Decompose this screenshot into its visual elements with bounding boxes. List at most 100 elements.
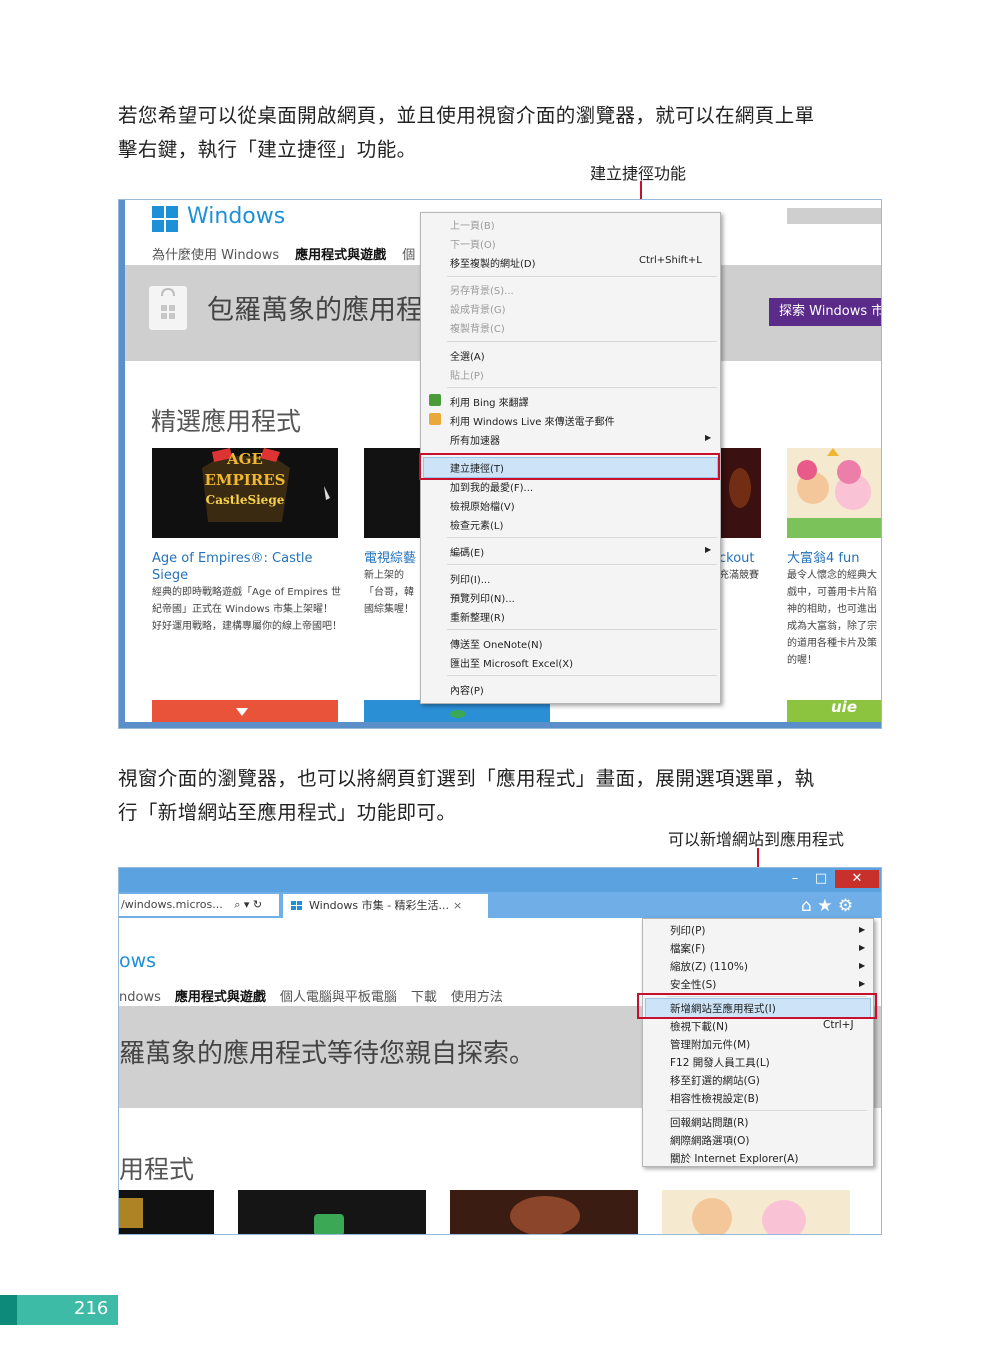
- brand-title: ows: [119, 950, 157, 972]
- screenshot-context-menu: Windows 為什麼使用 Windows 應用程式與遊戲個 包羅萬象的應用程式 …: [118, 199, 882, 729]
- screenshot-tools-menu: – □ ✕ /windows.micros... ⌕ ▾ ↻ Windows 市…: [118, 867, 882, 1235]
- window-border-bottom: [119, 722, 881, 728]
- maximize-button[interactable]: □: [809, 870, 833, 888]
- submenu-arrow-icon: ▶: [705, 545, 712, 554]
- nav-pc-tablet[interactable]: 個人電腦與平板電腦: [280, 990, 397, 1005]
- menu-pinned-sites[interactable]: 移至釘選的網站(G): [670, 1073, 760, 1088]
- nav-downloads[interactable]: 下載: [411, 990, 437, 1005]
- tile-tv-variety[interactable]: [238, 1190, 426, 1234]
- menu-copy-background[interactable]: 複製背景(C): [450, 320, 505, 335]
- tile-age-of-empires[interactable]: AGE EMPIRES CastleSiege: [152, 448, 338, 538]
- intro-line-1: 若您希望可以從桌面開啟網頁，並且使用視窗介面的瀏覽器，就可以在網頁上單: [118, 104, 815, 127]
- address-bar[interactable]: /windows.micros... ⌕ ▾ ↻: [119, 894, 279, 916]
- menu-save-background[interactable]: 另存背景(S)...: [450, 282, 514, 297]
- home-favorites-tools-icons[interactable]: ⌂ ★ ⚙: [801, 896, 853, 916]
- bottom-tile-label: uie: [831, 698, 857, 716]
- app-title-tv-variety[interactable]: 電視綜藝: [364, 550, 420, 567]
- menu-separator: [447, 629, 717, 630]
- minimize-button[interactable]: –: [783, 870, 807, 888]
- menu-goto-copied-url[interactable]: 移至複製的網址(D): [450, 255, 536, 270]
- app-desc-age-of-empires: 經典的即時戰略遊戲「Age of Empires 世紀帝國」正式在 Window…: [152, 587, 342, 632]
- menu-f12-tools[interactable]: F12 開發人員工具(L): [670, 1055, 770, 1070]
- second-line-2: 行「新增網站至應用程式」功能即可。: [118, 801, 457, 824]
- menu-properties[interactable]: 內容(P): [450, 682, 484, 697]
- shortcut-goto-copied: Ctrl+Shift+L: [639, 255, 702, 266]
- site-nav: 為什麼使用 Windows 應用程式與遊戲 個: [152, 244, 415, 263]
- menu-report-problem[interactable]: 回報網站問題(R): [670, 1115, 749, 1130]
- tab-windows-store[interactable]: Windows 市集 - 精彩生活... ×: [283, 894, 488, 918]
- apps-heading: 用程式: [119, 1155, 195, 1184]
- nav-apps-games[interactable]: 應用程式與遊戲: [295, 248, 386, 263]
- menu-file[interactable]: 檔案(F): [670, 941, 705, 956]
- app-title-blackout[interactable]: ckout: [719, 550, 763, 567]
- menu-safety[interactable]: 安全性(S): [670, 977, 716, 992]
- menu-about-ie[interactable]: 關於 Internet Explorer(A): [670, 1151, 798, 1166]
- app-title-rich-4-fun[interactable]: 大富翁4 fun: [787, 550, 881, 567]
- menu-view-downloads[interactable]: 檢視下載(N): [670, 1019, 728, 1034]
- nav-more[interactable]: 個: [402, 248, 415, 263]
- search-refresh-icon[interactable]: ⌕ ▾ ↻: [234, 898, 262, 911]
- tab-row: /windows.micros... ⌕ ▾ ↻ Windows 市集 - 精彩…: [119, 892, 881, 918]
- menu-back[interactable]: 上一頁(B): [450, 217, 495, 232]
- menu-email-windows-live[interactable]: 利用 Windows Live 來傳送電子郵件: [450, 413, 615, 428]
- menu-separator: [667, 1110, 867, 1111]
- site-nav: ndows 應用程式與遊戲 個人電腦與平板電腦 下載 使用方法: [119, 986, 517, 1005]
- menu-separator: [447, 276, 717, 277]
- hero-title: 包羅萬象的應用程式: [207, 295, 450, 326]
- menu-manage-addons[interactable]: 管理附加元件(M): [670, 1037, 750, 1052]
- tile-blackout[interactable]: [450, 1190, 638, 1234]
- menu-forward[interactable]: 下一頁(O): [450, 236, 496, 251]
- menu-compatibility-view[interactable]: 相容性檢視設定(B): [670, 1091, 759, 1106]
- menu-separator: [447, 341, 717, 342]
- featured-apps-heading: 精選應用程式: [151, 407, 302, 436]
- tile-rich-4-fun[interactable]: [662, 1190, 850, 1234]
- menu-export-excel[interactable]: 匯出至 Microsoft Excel(X): [450, 655, 573, 670]
- app-desc-rich-4-fun: 最令人懷念的經典大戲中，可善用卡片陷神的相助，也可進出成為大富翁，除了宗的道用各…: [787, 570, 877, 666]
- title-bar: – □ ✕: [119, 868, 881, 892]
- menu-print[interactable]: 列印(I)...: [450, 571, 490, 586]
- menu-view-source[interactable]: 檢視原始檔(V): [450, 498, 515, 513]
- submenu-arrow-icon: ▶: [705, 433, 712, 442]
- close-button[interactable]: ✕: [835, 870, 879, 888]
- app-title-age-of-empires[interactable]: Age of Empires®: Castle Siege: [152, 550, 352, 584]
- bottom-tile-green[interactable]: uie: [787, 698, 881, 722]
- intro-line-2: 擊右鍵，執行「建立捷徑」功能。: [118, 138, 417, 161]
- tile-tv-variety[interactable]: [364, 448, 424, 538]
- tile-age-of-empires[interactable]: [119, 1190, 214, 1234]
- menu-refresh[interactable]: 重新整理(R): [450, 609, 505, 624]
- store-bag-icon: [149, 286, 187, 330]
- submenu-arrow-icon: ▶: [859, 925, 866, 934]
- menu-zoom[interactable]: 縮放(Z) (110%): [670, 959, 748, 974]
- menu-select-all[interactable]: 全選(A): [450, 348, 485, 363]
- tile-blackout[interactable]: [719, 448, 761, 538]
- tile-rich-4-fun[interactable]: [787, 448, 881, 538]
- menu-send-onenote[interactable]: 傳送至 OneNote(N): [450, 636, 543, 651]
- nav-apps-games[interactable]: 應用程式與遊戲: [175, 990, 266, 1005]
- shortcut-downloads: Ctrl+J: [823, 1019, 854, 1031]
- tab-close-icon[interactable]: ×: [453, 894, 462, 918]
- explore-store-button[interactable]: 探索 Windows 市: [769, 298, 881, 326]
- menu-internet-options[interactable]: 網際網路選項(O): [670, 1133, 749, 1148]
- menu-print-preview[interactable]: 預覽列印(N)...: [450, 590, 515, 605]
- bing-translate-icon: [429, 394, 441, 406]
- menu-paste[interactable]: 貼上(P): [450, 367, 484, 382]
- menu-encoding[interactable]: 編碼(E): [450, 544, 484, 559]
- bottom-tile-red[interactable]: [152, 700, 338, 722]
- nav-how-to[interactable]: 使用方法: [451, 990, 503, 1005]
- menu-print[interactable]: 列印(P): [670, 923, 706, 938]
- menu-bing-translate[interactable]: 利用 Bing 來翻譯: [450, 394, 529, 409]
- menu-inspect-element[interactable]: 檢查元素(L): [450, 517, 503, 532]
- windows-logo-icon: [152, 206, 179, 233]
- nav-why-windows[interactable]: 為什麼使用 Windows: [152, 248, 279, 263]
- menu-add-favorites[interactable]: 加到我的最愛(F)...: [450, 479, 533, 494]
- second-line-1: 視窗介面的瀏覽器，也可以將網頁釘選到「應用程式」畫面，展開選項選單，執: [118, 767, 815, 790]
- hero-title: 羅萬象的應用程式等待您親自探索。: [119, 1039, 536, 1069]
- app-desc-blackout: 充滿競賽: [719, 570, 759, 581]
- submenu-arrow-icon: ▶: [859, 979, 866, 988]
- menu-set-background[interactable]: 設成背景(G): [450, 301, 506, 316]
- address-text: /windows.micros...: [121, 898, 223, 911]
- menu-all-accelerators[interactable]: 所有加速器: [450, 432, 500, 447]
- menu-separator: [447, 387, 717, 388]
- nav-windows[interactable]: ndows: [119, 990, 161, 1005]
- second-paragraph: 視窗介面的瀏覽器，也可以將網頁釘選到「應用程式」畫面，展開選項選單，執 行「新增…: [118, 762, 883, 830]
